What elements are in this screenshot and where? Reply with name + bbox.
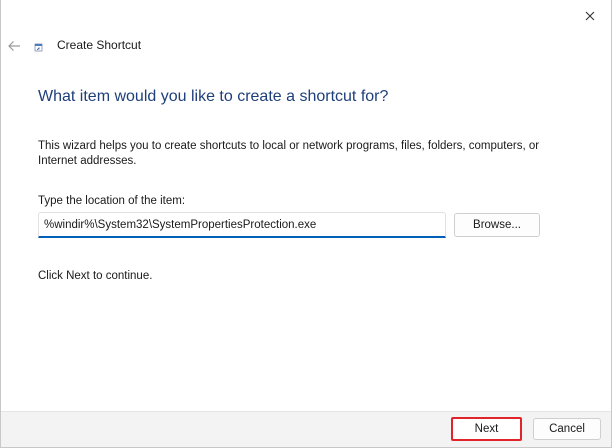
close-button[interactable] xyxy=(575,4,605,28)
next-button[interactable]: Next xyxy=(451,417,522,441)
window-title: Create Shortcut xyxy=(57,38,142,52)
create-shortcut-window: Create Shortcut What item would you like… xyxy=(0,0,612,448)
shortcut-icon xyxy=(34,43,43,52)
page-heading: What item would you like to create a sho… xyxy=(38,88,389,105)
browse-button[interactable]: Browse... xyxy=(454,213,540,237)
close-icon xyxy=(585,11,595,21)
cancel-button[interactable]: Cancel xyxy=(533,418,601,440)
title-bar: Create Shortcut xyxy=(1,36,611,58)
location-label: Type the location of the item: xyxy=(38,195,186,207)
back-button[interactable] xyxy=(5,36,23,56)
back-arrow-icon xyxy=(8,41,20,51)
continue-instruction: Click Next to continue. xyxy=(38,270,153,282)
wizard-description: This wizard helps you to create shortcut… xyxy=(38,140,540,167)
location-input[interactable] xyxy=(38,212,446,238)
footer-bar: Next Cancel xyxy=(1,411,611,447)
